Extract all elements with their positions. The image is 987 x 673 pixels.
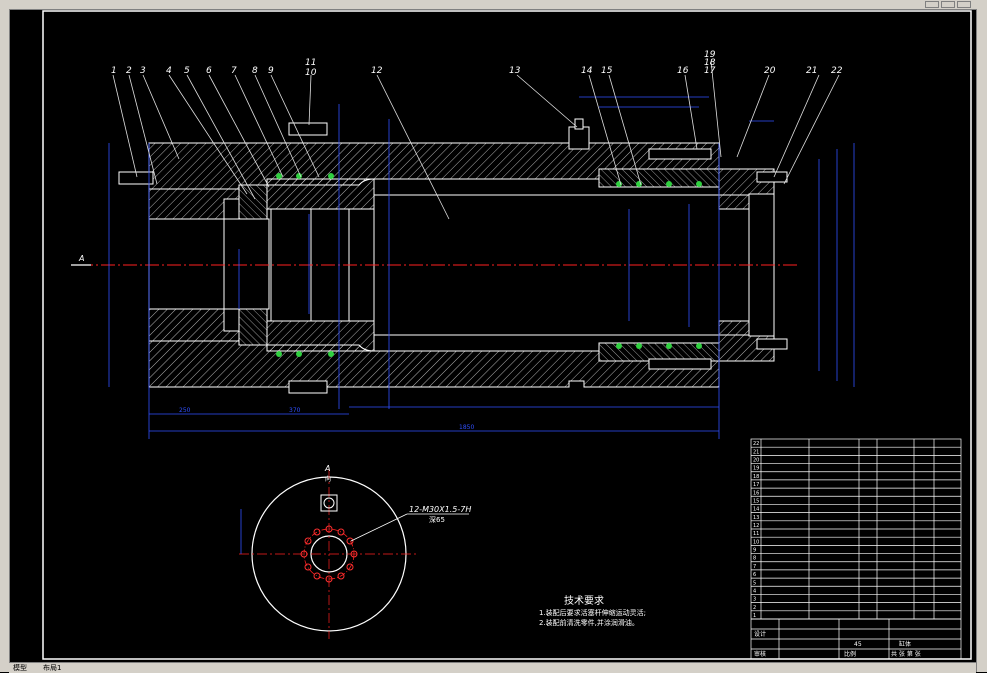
dim-left-b: 370 bbox=[289, 407, 301, 414]
dim-overall: 1850 bbox=[459, 424, 474, 431]
tech-line-2: 2.装配前清洗零件,并涂润滑油。 bbox=[539, 618, 639, 627]
part-number: 16 bbox=[677, 66, 689, 76]
thread-callout: 12-M30X1.5-7H bbox=[409, 505, 471, 514]
part-number: 21 bbox=[806, 66, 817, 76]
parts-list-row-number: 3 bbox=[753, 597, 756, 603]
material-label: 45 bbox=[854, 641, 862, 648]
parts-list-row-number: 15 bbox=[753, 498, 759, 504]
parts-list-row-number: 12 bbox=[753, 523, 759, 529]
part-number: 14 bbox=[581, 66, 593, 76]
parts-list-row-number: 14 bbox=[753, 507, 759, 513]
part-number: 2 bbox=[126, 66, 132, 76]
parts-list-row-number: 22 bbox=[753, 441, 759, 447]
section-marker: A bbox=[71, 254, 91, 266]
parts-list-row-number: 1 bbox=[753, 613, 756, 619]
part-number: 11 bbox=[305, 58, 316, 68]
part-number: 19 bbox=[704, 50, 716, 60]
part-number: 1 bbox=[111, 66, 117, 76]
parts-list-row-number: 11 bbox=[753, 531, 759, 537]
tech-line-1: 1.装配后要求活塞杆伸缩运动灵活; bbox=[539, 608, 646, 617]
parts-list-row-number: 19 bbox=[753, 466, 759, 472]
dim-left-a: 250 bbox=[179, 407, 191, 414]
part-number: 6 bbox=[206, 66, 212, 76]
scale-label: 比例 bbox=[844, 650, 856, 658]
parts-list-row-number: 6 bbox=[753, 572, 756, 578]
parts-list-row-number: 8 bbox=[753, 556, 756, 562]
parts-list-row-number: 21 bbox=[753, 449, 759, 455]
technical-requirements: 技术要求 1.装配后要求活塞杆伸缩运动灵活; 2.装配前清洗零件,并涂润滑油。 bbox=[539, 594, 646, 627]
part-number: 4 bbox=[166, 66, 172, 76]
section-label: A bbox=[78, 254, 84, 263]
part-number: 9 bbox=[268, 66, 274, 76]
parts-list-row-number: 16 bbox=[753, 490, 759, 496]
part-number: 10 bbox=[305, 68, 317, 78]
title-block-rows: 22212019181716151413121110987654321 bbox=[753, 441, 759, 619]
layout-tab-bar: 模型 布局1 bbox=[9, 662, 976, 673]
part-number: 13 bbox=[509, 66, 521, 76]
part-number: 12 bbox=[371, 66, 383, 76]
part-number: 8 bbox=[252, 66, 258, 76]
parts-list-row-number: 5 bbox=[753, 580, 756, 586]
check-label: 审核 bbox=[754, 650, 766, 658]
drawing-name: 缸体 bbox=[899, 640, 911, 648]
main-section-view bbox=[79, 118, 799, 394]
end-view: 12-M30X1.5-7H 深65 A 向 bbox=[239, 464, 471, 639]
parts-list-row-number: 20 bbox=[753, 458, 759, 464]
vertical-scrollbar[interactable] bbox=[976, 9, 987, 672]
minimize-button[interactable] bbox=[925, 1, 939, 8]
sheet-label: 共 张 第 张 bbox=[891, 650, 921, 658]
parts-list-row-number: 18 bbox=[753, 474, 759, 480]
parts-list-row-number: 10 bbox=[753, 539, 759, 545]
part-number: 20 bbox=[764, 66, 776, 76]
close-button[interactable] bbox=[957, 1, 971, 8]
tech-title: 技术要求 bbox=[564, 594, 604, 607]
part-number: 3 bbox=[140, 66, 146, 76]
cad-drawing-canvas[interactable]: 1 2 3 4 5 6 7 8 9 10 11 12 13 14 15 16 1… bbox=[9, 9, 976, 662]
parts-list-row-number: 9 bbox=[753, 548, 756, 554]
dimension-values: 1850 250 370 bbox=[179, 407, 474, 431]
part-number: 7 bbox=[231, 66, 237, 76]
parts-list-row-number: 2 bbox=[753, 605, 756, 611]
part-number-labels: 1 2 3 4 5 6 7 8 9 10 11 12 13 14 15 16 1… bbox=[111, 50, 843, 78]
parts-list-row-number: 17 bbox=[753, 482, 759, 488]
parts-list-row-number: 13 bbox=[753, 515, 759, 521]
part-number: 5 bbox=[184, 66, 190, 76]
design-label: 设计 bbox=[754, 630, 766, 638]
parts-list-row-number: 7 bbox=[753, 564, 756, 570]
view-label-top: A bbox=[324, 464, 330, 473]
view-label-bottom: 向 bbox=[325, 475, 331, 483]
part-number: 22 bbox=[831, 66, 843, 76]
part-number: 15 bbox=[601, 66, 613, 76]
title-block bbox=[750, 438, 962, 660]
maximize-button[interactable] bbox=[941, 1, 955, 8]
parts-list-row-number: 4 bbox=[753, 588, 756, 594]
thread-depth: 深65 bbox=[429, 515, 445, 524]
